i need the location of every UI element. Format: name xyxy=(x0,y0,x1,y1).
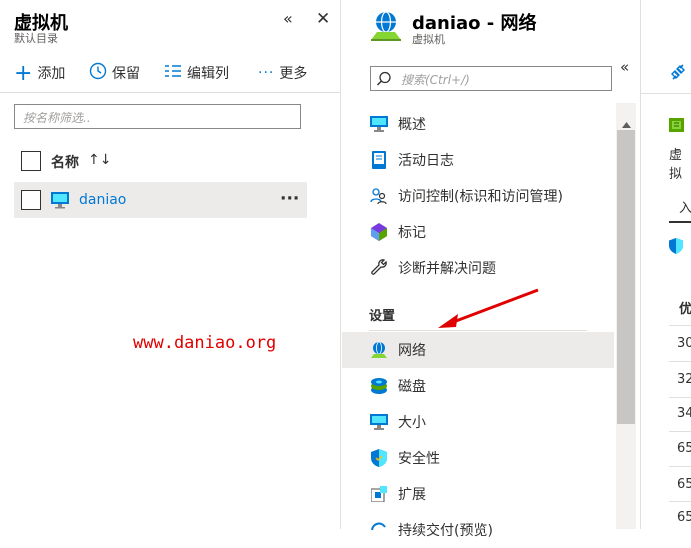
more-label: 更多 xyxy=(279,66,308,82)
menu-item-label: 持续交付(预览) xyxy=(398,523,493,539)
menu-item-tags[interactable]: 标记 xyxy=(342,214,614,250)
menu-item-label: 活动日志 xyxy=(398,153,454,169)
menu-item-extensions[interactable]: 扩展 xyxy=(342,476,614,512)
menu-item-overview[interactable]: 概述 xyxy=(342,106,614,142)
close-icon[interactable]: ✕ xyxy=(316,9,330,29)
network-icon xyxy=(369,10,403,46)
column-header-name[interactable]: 名称 xyxy=(51,152,79,172)
row-divider xyxy=(669,325,691,326)
log-icon xyxy=(370,151,388,169)
nic-label: 虚拟 xyxy=(669,148,683,182)
menu-item-label: 安全性 xyxy=(398,451,440,467)
watermark-text: www.daniao.org xyxy=(133,333,277,353)
menu-item-label: 网络 xyxy=(398,343,426,359)
menu-item-label: 访问控制(标识和访问管理) xyxy=(398,189,563,205)
more-button[interactable]: ··· 更多 xyxy=(258,62,307,84)
vm-list-blade: 虚拟机 默认目录 « ✕ + 添加 保留 编辑列 ··· 更多 按名称筛选.. … xyxy=(0,0,341,529)
ellipsis-icon: ··· xyxy=(258,65,275,81)
menu-item-size[interactable]: 大小 xyxy=(342,404,614,440)
menu-item-label: 诊断并解决问题 xyxy=(398,261,496,277)
keep-button[interactable]: 保留 xyxy=(89,62,140,84)
priority-cell: 34 xyxy=(677,406,691,421)
resource-subtitle: 虚拟机 xyxy=(412,33,445,46)
delivery-icon xyxy=(370,521,388,539)
priority-cell: 65 xyxy=(677,510,691,525)
shield-icon xyxy=(669,238,683,258)
extension-icon xyxy=(370,485,388,503)
column-header-priority[interactable]: 优 xyxy=(679,298,691,317)
clock-icon xyxy=(89,62,107,85)
edit-columns-button[interactable]: 编辑列 xyxy=(164,62,229,84)
menu-item-label: 磁盘 xyxy=(398,379,426,395)
menu-item-label: 扩展 xyxy=(398,487,426,503)
plus-icon: + xyxy=(14,60,33,86)
add-label: 添加 xyxy=(37,66,66,82)
row-divider xyxy=(669,431,691,432)
filter-input[interactable]: 按名称筛选.. xyxy=(14,104,301,129)
select-all-checkbox[interactable] xyxy=(21,151,41,171)
scrollbar-thumb[interactable] xyxy=(617,130,635,424)
menu-item-access-control[interactable]: 访问控制(标识和访问管理) xyxy=(342,178,614,214)
priority-cell: 65 xyxy=(677,441,691,456)
keep-label: 保留 xyxy=(112,66,140,82)
people-icon xyxy=(370,187,388,205)
priority-cell: 65 xyxy=(677,477,691,492)
row-checkbox[interactable] xyxy=(21,190,41,210)
menu-item-label: 大小 xyxy=(398,415,426,431)
menu-item-security[interactable]: 安全性 xyxy=(342,440,614,476)
search-input[interactable]: 搜索(Ctrl+/) xyxy=(370,66,612,91)
attach-network-icon[interactable] xyxy=(669,63,687,85)
collapse-icon[interactable]: « xyxy=(283,9,293,28)
row-divider xyxy=(669,501,691,502)
monitor-icon xyxy=(370,413,388,431)
search-icon xyxy=(376,71,392,91)
monitor-icon xyxy=(370,115,388,133)
menu-item-network[interactable]: 网络 xyxy=(342,332,614,368)
vm-icon xyxy=(50,191,70,213)
resource-menu-blade: daniao - 网络 虚拟机 搜索(Ctrl+/) « 概述 活动日志 访问控… xyxy=(342,0,639,539)
annotation-arrow-icon xyxy=(438,288,539,328)
sort-icon[interactable]: ↑↓ xyxy=(88,152,111,168)
section-settings: 设置 xyxy=(369,309,396,324)
nic-icon xyxy=(669,117,685,137)
disk-icon xyxy=(370,377,388,395)
columns-icon xyxy=(164,63,182,83)
command-divider xyxy=(0,92,341,93)
menu-item-disks[interactable]: 磁盘 xyxy=(342,368,614,404)
tab-underline xyxy=(669,221,691,223)
panel-divider xyxy=(641,93,691,94)
tab-inbound[interactable]: 入 xyxy=(679,197,691,216)
shield-icon xyxy=(370,449,388,467)
row-more-icon[interactable]: ··· xyxy=(280,189,299,209)
row-divider xyxy=(669,361,691,362)
wrench-icon xyxy=(370,259,388,277)
network-icon xyxy=(370,341,388,359)
collapse-menu-icon[interactable]: « xyxy=(620,58,629,76)
menu-item-continuous-delivery[interactable]: 持续交付(预览) xyxy=(342,512,614,548)
tag-icon xyxy=(370,223,388,241)
priority-cell: 32 xyxy=(677,372,691,387)
menu-item-label: 概述 xyxy=(398,117,426,133)
blade-subtitle: 默认目录 xyxy=(14,32,58,45)
priority-cell: 30 xyxy=(677,336,691,351)
add-button[interactable]: + 添加 xyxy=(14,60,66,86)
network-detail-panel: 虚拟 入 优 30 32 34 65 65 65 xyxy=(640,0,691,529)
menu-item-diagnose[interactable]: 诊断并解决问题 xyxy=(342,250,614,286)
menu-item-activity-log[interactable]: 活动日志 xyxy=(342,142,614,178)
vm-name-link[interactable]: daniao xyxy=(79,192,126,208)
row-divider xyxy=(669,466,691,467)
menu-item-label: 标记 xyxy=(398,225,426,241)
table-row[interactable]: daniao ··· xyxy=(14,182,307,218)
edit-columns-label: 编辑列 xyxy=(187,66,229,82)
row-divider xyxy=(669,397,691,398)
